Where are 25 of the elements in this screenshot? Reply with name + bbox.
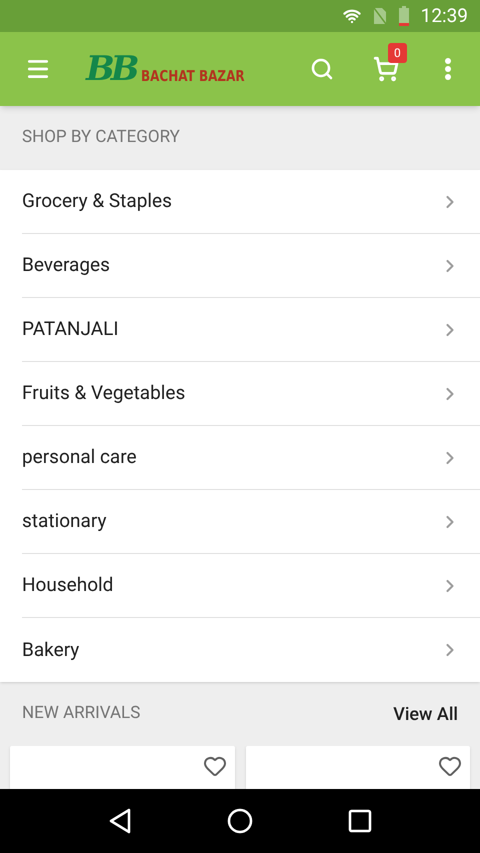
section-heading: NEW ARRIVALS [22, 702, 140, 726]
category-item[interactable]: stationary [22, 490, 480, 554]
category-item[interactable]: Grocery & Staples [22, 170, 480, 234]
heart-icon[interactable] [438, 754, 462, 778]
logo: BB BACHAT BAZAR [86, 52, 246, 86]
more-icon [445, 58, 451, 80]
category-item[interactable]: Beverages [22, 234, 480, 298]
no-sim-icon [372, 7, 387, 25]
clock: 12:39 [420, 2, 468, 29]
back-icon[interactable] [108, 808, 132, 834]
recents-icon[interactable] [348, 809, 372, 833]
cart-count-badge: 0 [388, 43, 407, 63]
category-item[interactable]: PATANJALI [22, 298, 480, 362]
battery-icon [398, 6, 409, 26]
category-item[interactable]: Household [22, 554, 480, 618]
section-heading: SHOP BY CATEGORY [22, 126, 180, 150]
category-item[interactable]: Fruits & Vegetables [22, 362, 480, 426]
heart-icon[interactable] [202, 754, 226, 778]
home-icon[interactable] [226, 808, 253, 834]
category-item[interactable]: Bakery [22, 618, 480, 682]
cart-icon [373, 56, 399, 82]
search-icon [310, 57, 334, 81]
view-all-link[interactable]: View All [393, 700, 458, 728]
category-item[interactable]: personal care [22, 426, 480, 490]
wifi-icon [342, 7, 361, 25]
